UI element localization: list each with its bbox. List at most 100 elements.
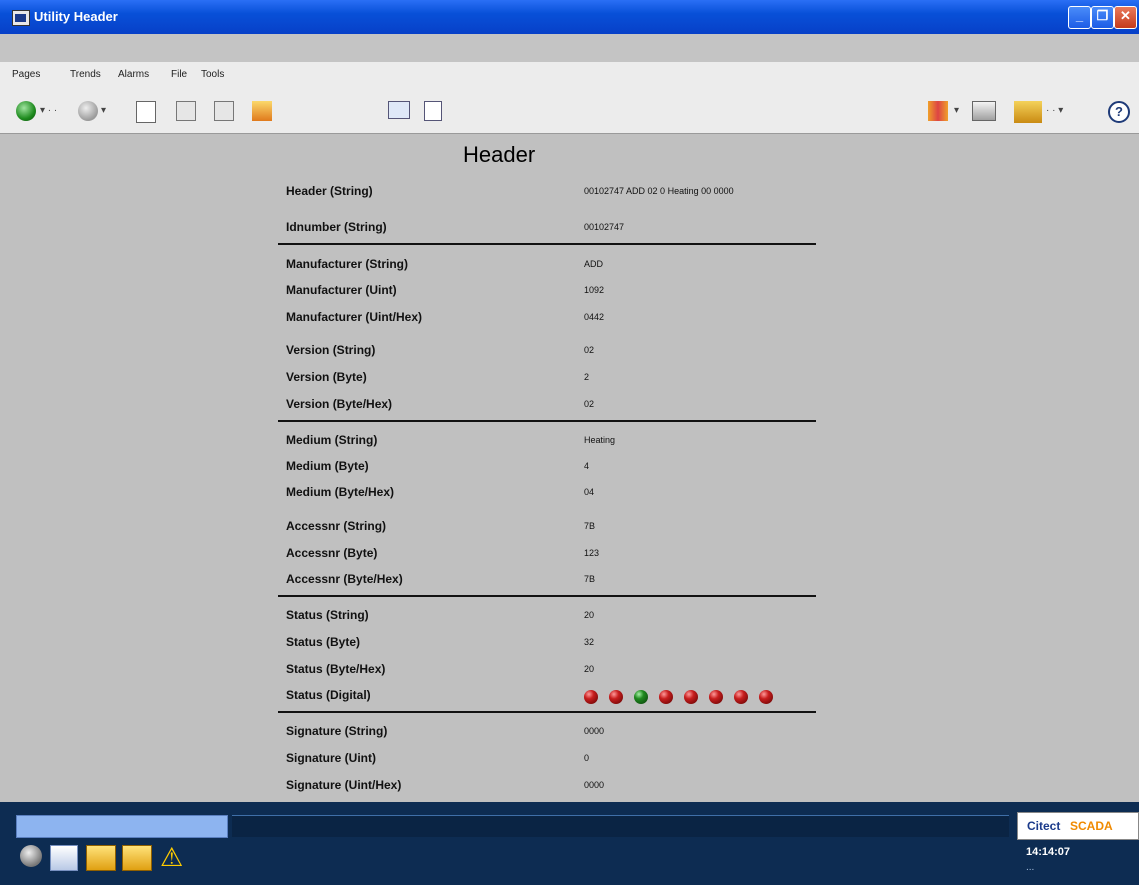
signature-uint-value: 0 <box>584 753 590 763</box>
menu-alarms[interactable]: Alarms <box>118 69 149 80</box>
citect-logo: Citect SCADA <box>1017 812 1139 840</box>
status-bit-led <box>759 690 773 704</box>
status-digital-label: Status (Digital) <box>286 688 371 702</box>
previous-page-icon[interactable] <box>214 101 234 121</box>
page-icon[interactable] <box>136 101 156 123</box>
status-bytehex-label: Status (Byte/Hex) <box>286 662 386 676</box>
notes-icon[interactable] <box>50 845 78 871</box>
menu-file[interactable]: File <box>171 69 187 80</box>
brand-suffix: SCADA <box>1070 819 1113 833</box>
manufacturer-uinthex-value: 0442 <box>584 312 605 322</box>
status-string-value: 20 <box>584 610 595 620</box>
first-page-icon[interactable] <box>176 101 196 121</box>
status-bit-led <box>659 690 673 704</box>
divider <box>278 595 816 597</box>
version-string-label: Version (String) <box>286 343 376 357</box>
manufacturer-uinthex-label: Manufacturer (Uint/Hex) <box>286 310 423 324</box>
clock-date: ... <box>1026 862 1035 873</box>
maximize-button[interactable]: ❐ <box>1091 6 1114 29</box>
signature-uint-label: Signature (Uint) <box>286 751 376 765</box>
status-bytehex-value: 20 <box>584 664 595 674</box>
accessnr-byte-label: Accessnr (Byte) <box>286 546 378 560</box>
accessnr-string-label: Accessnr (String) <box>286 519 387 533</box>
medium-bytehex-value: 04 <box>584 487 595 497</box>
clock-time: 14:14:07 <box>1026 846 1071 858</box>
close-icon: ✕ <box>1120 8 1131 23</box>
users-icon[interactable] <box>1014 101 1042 123</box>
medium-string-label: Medium (String) <box>286 433 378 447</box>
page-title: Header <box>463 142 536 167</box>
status-byte-value: 32 <box>584 637 595 647</box>
accessnr-bytehex-value: 7B <box>584 574 596 584</box>
mail-icon[interactable] <box>388 101 410 119</box>
window-title: Utility Header <box>34 9 118 24</box>
title-bar: Utility Header _ ❐ ✕ <box>0 0 1139 34</box>
forward-dropdown-icon[interactable]: ▾ <box>101 105 106 116</box>
signature-uinthex-label: Signature (Uint/Hex) <box>286 778 402 792</box>
status-byte-label: Status (Byte) <box>286 635 361 649</box>
accessnr-bytehex-label: Accessnr (Byte/Hex) <box>286 572 403 586</box>
blank-strip <box>0 34 1139 62</box>
status-string-label: Status (String) <box>286 608 369 622</box>
signature-uinthex-value: 0000 <box>584 780 605 790</box>
menu-tools[interactable]: Tools <box>201 69 224 80</box>
warning-icon[interactable]: ⚠ <box>160 844 183 870</box>
medium-byte-value: 4 <box>584 461 590 471</box>
idnumber-string-value: 00102747 <box>584 222 625 232</box>
alarm-strip <box>232 815 1009 837</box>
accessnr-string-value: 7B <box>584 521 596 531</box>
print-icon[interactable] <box>972 101 996 121</box>
idnumber-string-label: Idnumber (String) <box>286 220 387 234</box>
status-bit-led <box>684 690 698 704</box>
sound-icon[interactable] <box>20 845 42 867</box>
manufacturer-string-value: ADD <box>584 259 604 269</box>
version-byte-value: 2 <box>584 372 590 382</box>
notes-icon[interactable] <box>424 101 442 121</box>
signature-string-label: Signature (String) <box>286 724 388 738</box>
medium-string-value: Heating <box>584 435 616 445</box>
status-bit-led <box>584 690 598 704</box>
home-icon[interactable] <box>252 101 272 121</box>
menu-pages[interactable]: Pages <box>12 69 40 80</box>
divider <box>278 420 816 422</box>
menu-trends[interactable]: Trends <box>70 69 101 80</box>
minimize-button[interactable]: _ <box>1068 6 1091 29</box>
accessnr-byte-value: 123 <box>584 548 600 558</box>
manufacturer-uint-label: Manufacturer (Uint) <box>286 283 397 297</box>
restore-icon: ❐ <box>1096 8 1109 23</box>
back-dropdown-icon[interactable]: ▾ · · <box>40 105 57 116</box>
toolbar: ▾ · · ▾ ▾ · · ▾ ? <box>0 87 1139 134</box>
medium-byte-label: Medium (Byte) <box>286 459 369 473</box>
version-bytehex-label: Version (Byte/Hex) <box>286 397 393 411</box>
divider <box>278 711 816 713</box>
main-content: Header Header (String) 00102747 ADD 02 0… <box>0 134 1139 802</box>
forward-icon[interactable] <box>78 101 98 121</box>
divider <box>278 243 816 245</box>
version-string-value: 02 <box>584 345 595 355</box>
manufacturer-uint-value: 1092 <box>584 285 605 295</box>
medium-bytehex-label: Medium (Byte/Hex) <box>286 485 395 499</box>
signature-string-value: 0000 <box>584 726 605 736</box>
status-bit-led <box>609 690 623 704</box>
brand-prefix: Citect <box>1027 819 1061 833</box>
minimize-icon: _ <box>1075 8 1084 23</box>
manufacturer-string-label: Manufacturer (String) <box>286 257 409 271</box>
alarm-summary-icon[interactable] <box>86 845 116 871</box>
app-icon <box>12 10 30 26</box>
help-icon[interactable]: ? <box>1108 101 1130 123</box>
back-icon[interactable] <box>16 101 36 121</box>
status-bit-led <box>709 690 723 704</box>
header-string-value: 00102747 ADD 02 0 Heating 00 0000 <box>584 186 734 196</box>
trend-icon[interactable] <box>928 101 948 121</box>
close-button[interactable]: ✕ <box>1114 6 1137 29</box>
version-bytehex-value: 02 <box>584 399 595 409</box>
menu-bar: Pages Trends Alarms File Tools <box>0 62 1139 88</box>
status-bit-led <box>734 690 748 704</box>
status-bit-led <box>634 690 648 704</box>
header-string-label: Header (String) <box>286 184 373 198</box>
status-field[interactable] <box>16 815 228 838</box>
users-dropdown-icon[interactable]: · · ▾ <box>1046 105 1063 116</box>
trend-dropdown-icon[interactable]: ▾ <box>954 105 959 116</box>
version-byte-label: Version (Byte) <box>286 370 367 384</box>
alarm-list-icon[interactable] <box>122 845 152 871</box>
